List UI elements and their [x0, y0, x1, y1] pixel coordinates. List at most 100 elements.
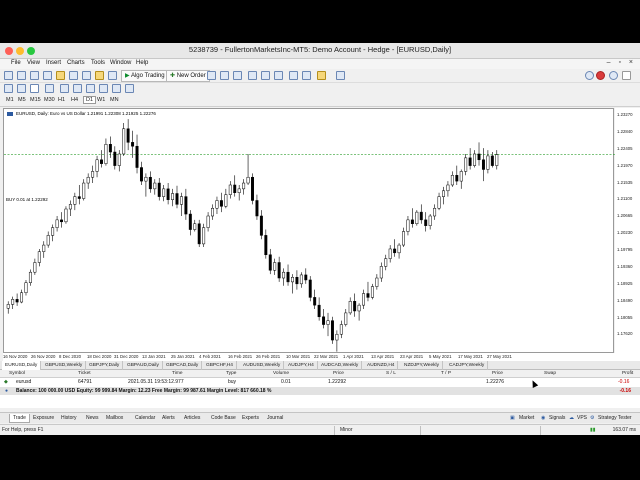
trendline-icon[interactable]	[73, 84, 82, 93]
new-order-button[interactable]: ✚ New Order	[166, 70, 210, 82]
chart-area[interactable]: EURUSD, Daily: Euro vs US Dollar 1.21991…	[3, 108, 615, 353]
col-ticket[interactable]: Ticket	[78, 371, 91, 376]
chart-tab[interactable]: CADJPY,Weekly	[446, 361, 489, 370]
crosshair-selected-icon[interactable]	[30, 84, 39, 93]
algo-trading-button[interactable]: ▶ Algo Trading	[121, 70, 169, 82]
timeframe-m1[interactable]: M1	[6, 97, 14, 103]
timeframe-w1[interactable]: W1	[97, 97, 105, 103]
table-row[interactable]: ◆ eurusd 64791 2021.05.31 19:53:12.977 b…	[0, 378, 640, 386]
horizontal-line-icon[interactable]	[60, 84, 69, 93]
chart-tab[interactable]: GBPJPY,Daily	[86, 361, 124, 370]
tab-alerts[interactable]: Alerts	[159, 414, 178, 423]
candle-body	[313, 297, 317, 306]
tab-history[interactable]: History	[58, 414, 80, 423]
col-swap[interactable]: Swap	[544, 371, 556, 376]
market-watch-icon[interactable]	[30, 71, 39, 80]
chart-tab[interactable]: GBPAUD,Daily	[124, 361, 163, 370]
chart-tab[interactable]: GBPUSD,Weekly	[42, 361, 87, 370]
auto-scroll-icon[interactable]	[289, 71, 298, 80]
channel-icon[interactable]	[86, 84, 95, 93]
strategy-tester-icon[interactable]	[95, 71, 104, 80]
col-symbol[interactable]: Symbol	[9, 371, 25, 376]
timeframe-mn[interactable]: MN	[110, 97, 119, 103]
indicators-icon[interactable]	[317, 71, 326, 80]
timeframe-m15[interactable]: M15	[30, 97, 41, 103]
chart-tab[interactable]: AUDCAD,Weekly	[318, 361, 363, 370]
tab-experts[interactable]: Experts	[239, 414, 262, 423]
col-time[interactable]: Time	[172, 371, 182, 376]
tab-mailbox[interactable]: Mailbox	[103, 414, 126, 423]
y-tick-label: 1.18490	[617, 297, 633, 303]
candle	[353, 293, 357, 317]
timeframe-m30[interactable]: M30	[44, 97, 55, 103]
tab-calendar[interactable]: Calendar	[132, 414, 158, 423]
chart-shift-icon[interactable]	[302, 71, 311, 80]
data-window-icon[interactable]	[69, 71, 78, 80]
chart-tab[interactable]: GBPCAD,Daily	[163, 361, 203, 370]
line-chart-icon[interactable]	[233, 71, 242, 80]
tab-news[interactable]: News	[83, 414, 102, 423]
zoom-out-icon[interactable]	[261, 71, 270, 80]
window-controls-icon[interactable]: – ▫ ×	[607, 59, 636, 66]
tab-code-base[interactable]: Code Base	[208, 414, 239, 423]
candle	[304, 268, 308, 284]
candle	[317, 297, 321, 321]
fibonacci-icon[interactable]	[99, 84, 108, 93]
timeframe-d1[interactable]: D1	[83, 96, 97, 104]
candle-body	[477, 153, 481, 161]
chart-tab[interactable]: AUDNZD,H4	[364, 361, 399, 370]
timeframe-h4[interactable]: H4	[71, 97, 78, 103]
candlestick-icon[interactable]	[220, 71, 229, 80]
col-type[interactable]: Type	[226, 371, 236, 376]
community-icon[interactable]	[622, 71, 631, 80]
toolbox-icon[interactable]	[82, 71, 91, 80]
templates-icon[interactable]	[336, 71, 345, 80]
timeframe-m5[interactable]: M5	[18, 97, 26, 103]
menu-help[interactable]: Help	[136, 60, 148, 66]
tab-trade[interactable]: Trade	[9, 414, 30, 423]
menu-file[interactable]: File	[11, 60, 21, 66]
chart-tab[interactable]: NZDJPY,Weekly	[401, 361, 444, 370]
zoom-in-icon[interactable]	[248, 71, 257, 80]
text-tool-icon[interactable]	[112, 84, 121, 93]
col-profit[interactable]: Profit	[622, 371, 633, 376]
vertical-line-icon[interactable]	[45, 84, 54, 93]
notifications-icon[interactable]	[596, 71, 605, 80]
chart-tab[interactable]: GBPCHF,H4	[203, 361, 237, 370]
shapes-icon[interactable]	[125, 84, 134, 93]
timeframe-h1[interactable]: H1	[58, 97, 65, 103]
chart-tab[interactable]: AUDJPY,H4	[285, 361, 318, 370]
tab-journal[interactable]: Journal	[264, 414, 286, 423]
menu-tools[interactable]: Tools	[91, 60, 105, 66]
folder-icon[interactable]	[56, 71, 65, 80]
col-price[interactable]: Price	[333, 371, 344, 376]
tab-exposure[interactable]: Exposure	[30, 414, 57, 423]
menu-insert[interactable]: Insert	[46, 60, 61, 66]
menu-view[interactable]: View	[27, 60, 40, 66]
cursor-icon[interactable]	[4, 84, 13, 93]
col-volume[interactable]: Volume	[273, 371, 289, 376]
tab-market[interactable]: Market	[519, 415, 534, 421]
menu-window[interactable]: Window	[110, 60, 131, 66]
candle-body	[11, 299, 15, 305]
tab-vps[interactable]: VPS	[577, 415, 587, 421]
account-icon[interactable]	[585, 71, 594, 80]
tab-signals[interactable]: Signals	[549, 415, 565, 421]
col-tp[interactable]: T / P	[441, 371, 451, 376]
chart-tab[interactable]: AUDUSD,Weekly	[240, 361, 285, 370]
col-sl[interactable]: S / L	[386, 371, 396, 376]
navigator-icon[interactable]	[43, 71, 52, 80]
candle	[100, 150, 103, 168]
bar-chart-icon[interactable]	[207, 71, 216, 80]
tab-strategy-tester[interactable]: Strategy Tester	[598, 415, 632, 421]
chart-tab[interactable]: EURUSD,Daily	[2, 361, 42, 370]
search-icon[interactable]	[609, 71, 618, 80]
metaeditor-icon[interactable]	[108, 71, 117, 80]
tab-articles[interactable]: Articles	[181, 414, 203, 423]
profiles-icon[interactable]	[17, 71, 26, 80]
new-chart-icon[interactable]	[4, 71, 13, 80]
menu-charts[interactable]: Charts	[67, 60, 85, 66]
col-current-price[interactable]: Price	[492, 371, 503, 376]
crosshair-icon[interactable]	[17, 84, 26, 93]
tile-windows-icon[interactable]	[274, 71, 283, 80]
